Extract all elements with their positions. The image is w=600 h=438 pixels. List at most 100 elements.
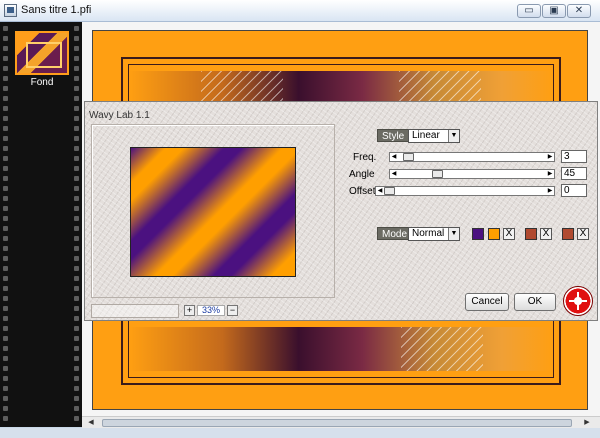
film-sprocket-hole bbox=[3, 306, 8, 311]
window-titlebar: Sans titre 1.pfi ▭ ▣ ✕ bbox=[0, 0, 600, 22]
film-sprocket-hole bbox=[3, 56, 8, 61]
slider-right-arrow-icon[interactable]: ▶ bbox=[546, 187, 554, 195]
film-sprocket-hole bbox=[74, 406, 79, 411]
film-sprocket-hole bbox=[3, 136, 8, 141]
film-sprocket-hole bbox=[3, 416, 8, 421]
film-sprocket-hole bbox=[3, 216, 8, 221]
film-sprocket-hole bbox=[3, 366, 8, 371]
film-sprocket-hole bbox=[74, 196, 79, 201]
style-label: Style bbox=[377, 129, 410, 142]
film-sprocket-hole bbox=[74, 96, 79, 101]
film-sprocket-hole bbox=[74, 206, 79, 211]
film-sprocket-hole bbox=[3, 26, 8, 31]
film-sprocket-hole bbox=[74, 166, 79, 171]
zoom-in-button[interactable]: + bbox=[184, 305, 195, 316]
offset-value-field[interactable]: 0 bbox=[561, 184, 587, 197]
film-sprocket-hole bbox=[74, 306, 79, 311]
film-sprocket-hole bbox=[74, 176, 79, 181]
minimize-button[interactable]: ▭ bbox=[517, 4, 541, 18]
film-sprocket-hole bbox=[3, 126, 8, 131]
film-sprocket-hole bbox=[3, 296, 8, 301]
preview-image[interactable] bbox=[130, 147, 296, 277]
slider-knob[interactable] bbox=[384, 187, 395, 195]
film-sprocket-hole bbox=[3, 286, 8, 291]
film-sprocket-hole bbox=[74, 216, 79, 221]
offset-slider[interactable]: ◀ ▶ bbox=[375, 186, 555, 196]
style-select[interactable]: Linear ▼ bbox=[408, 129, 460, 143]
film-sprocket-hole bbox=[3, 116, 8, 121]
film-sprocket-hole bbox=[74, 286, 79, 291]
film-sprocket-hole bbox=[74, 186, 79, 191]
film-sprocket-hole bbox=[74, 326, 79, 331]
slider-knob[interactable] bbox=[432, 170, 443, 178]
freq-slider[interactable]: ◀ ▶ bbox=[389, 152, 555, 162]
close-button[interactable]: ✕ bbox=[567, 4, 591, 18]
scrollbar-thumb[interactable] bbox=[102, 419, 572, 427]
remove-color-button[interactable]: X bbox=[503, 228, 515, 240]
film-sprocket-hole bbox=[74, 146, 79, 151]
color-swatch-4[interactable] bbox=[562, 228, 574, 240]
color-swatch-1[interactable] bbox=[472, 228, 484, 240]
color-swatch-2[interactable] bbox=[488, 228, 500, 240]
slider-left-arrow-icon[interactable]: ◀ bbox=[390, 170, 398, 178]
film-sprocket-hole bbox=[74, 246, 79, 251]
film-sprocket-hole bbox=[3, 246, 8, 251]
remove-color-button[interactable]: X bbox=[577, 228, 589, 240]
cancel-button[interactable]: Cancel bbox=[465, 293, 509, 311]
film-sprocket-hole bbox=[74, 56, 79, 61]
film-sprocket-hole bbox=[3, 196, 8, 201]
film-sprocket-hole bbox=[74, 116, 79, 121]
film-sprocket-hole bbox=[3, 356, 8, 361]
preview-status-field bbox=[91, 304, 179, 318]
film-sprocket-hole bbox=[3, 256, 8, 261]
slider-right-arrow-icon[interactable]: ▶ bbox=[546, 170, 554, 178]
film-sprocket-hole bbox=[3, 316, 8, 321]
film-sprocket-hole bbox=[74, 376, 79, 381]
film-sprocket-hole bbox=[74, 336, 79, 341]
film-sprocket-hole bbox=[3, 96, 8, 101]
layer-label: Fond bbox=[30, 77, 54, 88]
film-sprocket-hole bbox=[74, 346, 79, 351]
film-sprocket-hole bbox=[3, 186, 8, 191]
film-sprocket-hole bbox=[74, 126, 79, 131]
scroll-right-icon[interactable]: ▶ bbox=[582, 418, 592, 428]
film-sprocket-hole bbox=[3, 266, 8, 271]
film-sprocket-hole bbox=[74, 106, 79, 111]
freq-value-field[interactable]: 3 bbox=[561, 150, 587, 163]
slider-left-arrow-icon[interactable]: ◀ bbox=[390, 153, 398, 161]
film-sprocket-hole bbox=[3, 206, 8, 211]
color-swatch-3[interactable] bbox=[525, 228, 537, 240]
angle-value-field[interactable]: 45 bbox=[561, 167, 587, 180]
film-sprocket-hole bbox=[74, 316, 79, 321]
layer-thumbnail-fond[interactable] bbox=[15, 31, 69, 75]
mode-label: Mode bbox=[377, 227, 413, 240]
app-icon bbox=[4, 4, 17, 17]
mode-select-value: Normal bbox=[412, 228, 445, 239]
film-sprocket-hole bbox=[74, 136, 79, 141]
window-title: Sans titre 1.pfi bbox=[21, 4, 92, 16]
angle-slider[interactable]: ◀ ▶ bbox=[389, 169, 555, 179]
film-sprocket-hole bbox=[3, 346, 8, 351]
slider-right-arrow-icon[interactable]: ▶ bbox=[546, 153, 554, 161]
film-sprocket-hole bbox=[3, 36, 8, 41]
remove-color-button[interactable]: X bbox=[540, 228, 552, 240]
maximize-button[interactable]: ▣ bbox=[542, 4, 566, 18]
scroll-left-icon[interactable]: ◀ bbox=[86, 418, 96, 428]
mode-select[interactable]: Normal ▼ bbox=[408, 227, 460, 241]
ok-button[interactable]: OK bbox=[514, 293, 556, 311]
slider-left-arrow-icon[interactable]: ◀ bbox=[376, 187, 384, 195]
film-sprocket-hole bbox=[3, 86, 8, 91]
film-sprocket-hole bbox=[74, 416, 79, 421]
film-sprocket-hole bbox=[3, 396, 8, 401]
film-sprocket-hole bbox=[3, 146, 8, 151]
film-sprocket-hole bbox=[74, 46, 79, 51]
horizontal-scrollbar[interactable]: ◀ ▶ bbox=[82, 416, 600, 428]
slider-knob[interactable] bbox=[403, 153, 414, 161]
canvas-stripes-bottom bbox=[401, 327, 483, 371]
zoom-out-button[interactable]: − bbox=[227, 305, 238, 316]
freq-label: Freq. bbox=[353, 152, 377, 163]
canvas-bottom-band bbox=[129, 327, 553, 371]
plugin-logo-icon[interactable] bbox=[563, 286, 593, 316]
film-sprocket-hole bbox=[74, 66, 79, 71]
dialog-title: Wavy Lab 1.1 bbox=[89, 110, 150, 121]
